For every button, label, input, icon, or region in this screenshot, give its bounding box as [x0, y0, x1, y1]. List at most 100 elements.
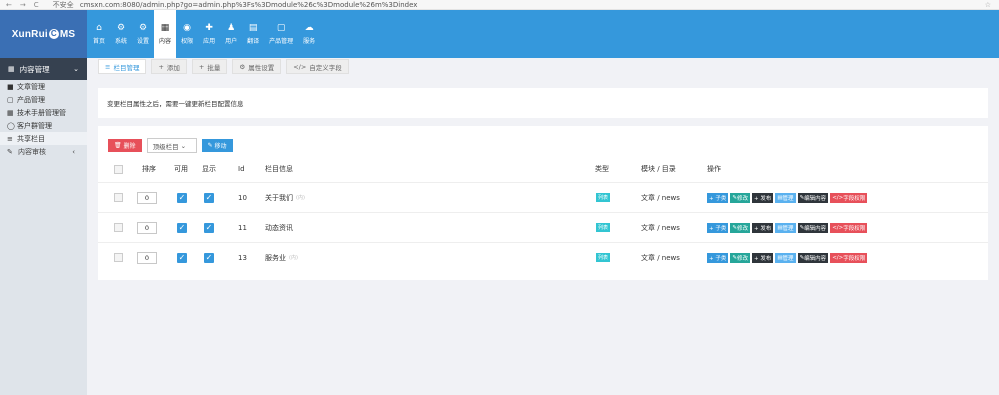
sidebar-item-customers[interactable]: ◯ 客户群管理 [0, 119, 87, 132]
column-name-link[interactable]: 服务业 [265, 253, 286, 263]
chevron-down-icon: ⌄ [73, 65, 79, 73]
security-label: 不安全 [52, 0, 74, 9]
top-menu-item-translate[interactable]: ▤ 翻译 [242, 10, 264, 58]
id-cell: 13 [238, 253, 247, 262]
translate-icon: ▤ [248, 23, 258, 33]
top-menu-item-user[interactable]: ♟ 用户 [220, 10, 242, 58]
publish-button[interactable]: + 发布 [751, 252, 774, 263]
sidebar: ▦ 内容管理 ⌄ ■ 文章管理 ▢ 产品管理 ▦ 技术手册管理管 ◯ 客户群管理… [0, 58, 93, 395]
forward-icon[interactable]: → [20, 1, 26, 9]
publish-button[interactable]: + 发布 [751, 192, 774, 203]
order-input[interactable]: 0 [137, 221, 157, 234]
tab-label: 添加 [166, 63, 180, 72]
type-badge: 列表 [596, 223, 611, 232]
trash-icon: 🗑︎ [114, 142, 122, 149]
tab-custom-fields[interactable]: </> 自定义字段 [286, 59, 349, 74]
list-icon: ≡ [7, 134, 13, 143]
field-permission-button[interactable]: </> 字段权限 [830, 222, 868, 233]
logo-prefix: XunRui [11, 28, 48, 40]
tab-batch[interactable]: + 批量 [191, 59, 228, 74]
move-button[interactable]: ✎ 移动 [201, 139, 233, 152]
edit-icon: ✎ [7, 148, 13, 156]
bookmark-star-icon[interactable]: ☆ [985, 1, 991, 9]
tab-label: 自定义字段 [309, 63, 342, 72]
delete-button[interactable]: 🗑︎ 删除 [108, 139, 142, 152]
sidebar-item-products[interactable]: ▢ 产品管理 [0, 93, 87, 106]
top-menu-item-service[interactable]: ☁ 服务 [298, 10, 320, 58]
edit-button[interactable]: ✎ 修改 [730, 252, 750, 263]
column-list-panel: 🗑︎ 删除 顶级栏目 ⌄ ✎ 移动 排序 可用 显示 Id 栏目信息 类型 模块… [98, 126, 988, 280]
select-all-checkbox[interactable] [114, 164, 123, 174]
row-checkbox[interactable] [114, 253, 123, 262]
tab-add[interactable]: + 添加 [151, 59, 187, 74]
row-select-cell [114, 213, 123, 242]
list-icon: ≡ [105, 62, 111, 71]
order-input[interactable]: 0 [137, 191, 157, 204]
logo[interactable]: XunRui C MS [0, 10, 87, 58]
sidebar-item-shared-columns[interactable]: ≡ 共享栏目 [0, 132, 87, 145]
edit-content-label: 编辑内容 [804, 225, 827, 232]
top-menu-item-system[interactable]: ⚙ 系统 [110, 10, 132, 58]
edit-label: 修改 [736, 195, 748, 202]
visible-toggle[interactable]: ✓ [204, 192, 214, 203]
manage-button[interactable]: ▤ 管理 [775, 222, 796, 233]
top-menu-item-settings[interactable]: ⚙ 设置 [132, 10, 154, 58]
logo-suffix: MS [59, 28, 76, 40]
edit-content-button[interactable]: ✎ 编辑内容 [797, 192, 829, 203]
sidebar-group-content-review[interactable]: ✎ 内容审核 ‹ [0, 145, 87, 159]
sidebar-item-label: 产品管理 [17, 95, 45, 104]
tab-column-manage[interactable]: ≡ 栏目管理 [98, 59, 147, 74]
row-checkbox[interactable] [114, 223, 123, 232]
visible-toggle[interactable]: ✓ [204, 252, 214, 263]
edit-content-button[interactable]: ✎ 编辑内容 [797, 252, 829, 263]
select-value: 顶级栏目 [152, 142, 179, 151]
plus-icon: + [158, 62, 164, 71]
field-permission-label: 字段权限 [843, 255, 866, 262]
sidebar-head-label: 内容管理 [19, 64, 50, 74]
sidebar-item-label: 文章管理 [17, 82, 45, 91]
column-name-link[interactable]: 动态资讯 [265, 223, 293, 233]
address-bar[interactable]: 不安全 cmsxn.com:8080/admin.php?go=admin.ph… [52, 0, 418, 9]
top-menu-item-apps[interactable]: ✚ 应用 [198, 10, 220, 58]
sidebar-head-content-manage[interactable]: ▦ 内容管理 ⌄ [0, 58, 93, 80]
content-icon: ▦ [160, 23, 170, 33]
visible-toggle[interactable]: ✓ [204, 222, 214, 233]
info-cell: 关于我们 (内) [265, 183, 305, 212]
row-checkbox[interactable] [114, 193, 123, 202]
enabled-toggle[interactable]: ✓ [177, 192, 187, 203]
enabled-toggle[interactable]: ✓ [177, 252, 187, 263]
sidebar-item-manuals[interactable]: ▦ 技术手册管理管 [0, 106, 87, 119]
parent-column-select[interactable]: 顶级栏目 ⌄ [146, 138, 197, 153]
type-cell: 列表 [596, 183, 611, 212]
browser-nav: ← → C [6, 1, 39, 9]
enabled-cell: ✓ [177, 183, 187, 212]
top-menu-item-content[interactable]: ▦ 内容 [154, 10, 177, 58]
edit-button[interactable]: ✎ 修改 [730, 222, 750, 233]
enabled-toggle[interactable]: ✓ [177, 222, 187, 233]
field-permission-button[interactable]: </> 字段权限 [830, 192, 868, 203]
top-menu-item-home[interactable]: ⌂ 首页 [88, 10, 110, 58]
top-menu-label: 设置 [137, 38, 150, 45]
order-input[interactable]: 0 [137, 251, 157, 264]
tab-attribute-settings[interactable]: ⚙ 属性设置 [232, 59, 282, 74]
add-child-button[interactable]: + 子类 [707, 222, 729, 233]
add-child-button[interactable]: + 子类 [707, 192, 729, 203]
manage-button[interactable]: ▤ 管理 [775, 252, 796, 263]
top-menu-item-product[interactable]: ▢ 产品管理 [264, 10, 298, 58]
publish-button[interactable]: + 发布 [751, 222, 774, 233]
back-icon[interactable]: ← [6, 1, 12, 9]
add-child-button[interactable]: + 子类 [707, 252, 729, 263]
top-header: XunRui C MS ⌂ 首页 ⚙ 系统 ⚙ 设置 ▦ 内容 ◉ 权限 ✚ 应… [0, 10, 999, 58]
column-name-link[interactable]: 关于我们 [265, 193, 293, 203]
table-icon: ▦ [7, 108, 14, 117]
manage-button[interactable]: ▤ 管理 [775, 192, 796, 203]
edit-button[interactable]: ✎ 修改 [730, 192, 750, 203]
order-cell: 0 [137, 213, 157, 242]
field-permission-button[interactable]: </> 字段权限 [830, 252, 868, 263]
top-menu-item-permission[interactable]: ◉ 权限 [176, 10, 198, 58]
row-select-cell [114, 183, 123, 212]
sidebar-item-articles[interactable]: ■ 文章管理 [0, 80, 87, 93]
edit-content-button[interactable]: ✎ 编辑内容 [797, 222, 829, 233]
reload-icon[interactable]: C [34, 1, 39, 9]
top-menu-label: 应用 [203, 38, 216, 45]
